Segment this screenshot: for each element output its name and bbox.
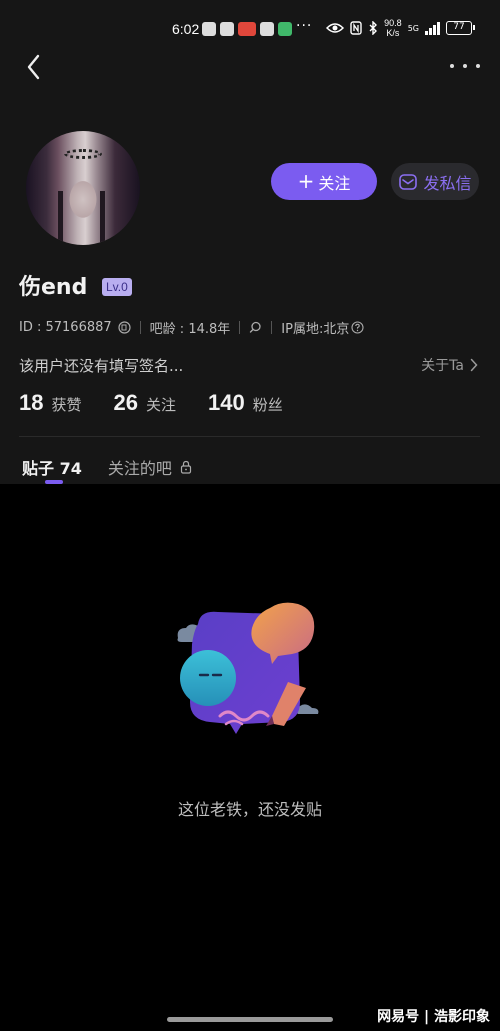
notification-icons [202,22,292,36]
meta-divider [271,321,273,334]
about-link[interactable]: 关于Ta [421,355,478,375]
meta-divider [239,321,241,334]
bar-age: 吧龄 : 14.8年 [149,322,231,337]
signal-icon [425,21,440,35]
tab-label: 关注的吧 [107,459,172,478]
store-app-icon [278,22,292,36]
search-icon[interactable] [249,321,262,334]
copy-icon[interactable] [118,321,131,334]
mail-icon [220,22,234,36]
avatar-detail [58,191,63,245]
more-notifications-icon: ··· [296,18,313,34]
status-bar: 6:02 ··· 90.8 K/s 5G 77 [0,14,500,44]
plus-icon: + [297,168,315,193]
avatar-detail [64,149,102,159]
eye-icon [326,23,345,33]
section-divider [19,436,480,437]
profile-tabs: 贴子 74 关注的吧 [22,455,218,484]
network-speed-value: 90.8 [384,18,402,28]
stat-value: 18 [19,390,44,415]
avatar[interactable] [26,131,140,245]
stat-label: 粉丝 [252,396,283,414]
stat-followers[interactable]: 140 粉丝 [208,390,283,416]
status-time: 6:02 [172,21,200,37]
status-indicators: 90.8 K/s 5G 77 [326,18,475,38]
watermark: 网易号 | 浩影印象 [377,1009,490,1025]
profile-meta: ID : 57166887 吧龄 : 14.8年 IP属地:北京 [19,318,364,337]
direct-message-button[interactable]: 发私信 [391,163,479,200]
tab-followed-bars[interactable]: 关注的吧 [108,455,192,479]
network-type: 5G [407,23,419,33]
network-speed: 90.8 K/s [384,18,402,38]
chevron-left-icon [27,54,40,80]
empty-state-illustration [177,602,319,734]
nfc-icon [350,21,362,35]
about-link-label: 关于Ta [421,358,464,374]
shield-app-icon [260,22,274,36]
tab-posts[interactable]: 贴子 74 [22,455,82,484]
more-dot-icon [463,64,467,68]
bluetooth-icon [369,21,378,35]
more-dot-icon [450,64,454,68]
follow-label: 关注 [318,173,351,193]
notification-app-icon [202,22,216,36]
stats-row: 18 获赞 26 关注 140 粉丝 [19,390,315,416]
stat-likes[interactable]: 18 获赞 [19,390,82,416]
meta-divider [139,321,141,334]
tab-label: 贴子 74 [22,459,82,478]
active-tab-indicator [45,480,63,484]
level-badge: Lv.0 [102,278,132,296]
more-options-button[interactable] [450,56,480,76]
stat-value: 26 [113,390,138,415]
stat-value: 140 [208,390,245,415]
lock-icon [180,460,191,474]
network-speed-unit: K/s [386,28,400,38]
envelope-icon [399,173,418,190]
direct-message-label: 发私信 [423,173,472,193]
profile-page: 6:02 ··· 90.8 K/s 5G 77 + 关注 发私信 伤end Lv… [0,0,500,1031]
chevron-right-icon [470,358,478,372]
back-button[interactable] [18,50,52,84]
stat-following[interactable]: 26 关注 [114,390,177,416]
more-dot-icon [476,64,480,68]
stat-label: 关注 [145,396,176,414]
follow-button[interactable]: + 关注 [271,163,377,200]
help-icon[interactable] [351,321,364,334]
news-app-icon [238,22,256,36]
ip-location: IP属地:北京 [281,322,350,337]
battery-icon: 77 [446,21,475,35]
username: 伤end [19,275,88,300]
home-indicator[interactable] [167,1017,333,1022]
empty-state-message: 这位老铁，还没发贴 [177,800,322,819]
user-id: ID : 57166887 [19,320,112,335]
signature: 该用户还没有填写签名... [19,357,184,375]
stat-label: 获赞 [51,396,82,414]
avatar-detail [100,191,105,245]
